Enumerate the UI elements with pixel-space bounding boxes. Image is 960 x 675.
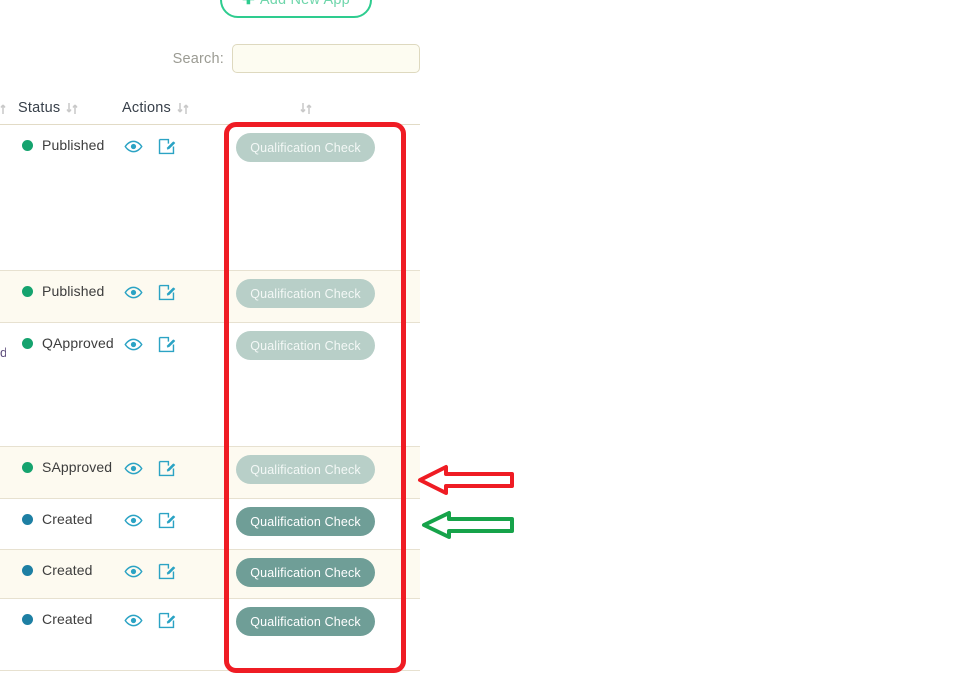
- clipped-column-fragment: d: [0, 345, 6, 360]
- status-cell: SApproved: [22, 459, 112, 475]
- status-dot-icon: [22, 337, 33, 349]
- eye-icon[interactable]: [124, 283, 143, 302]
- actions-cell: [124, 459, 176, 478]
- status-cell: Created: [22, 562, 93, 578]
- sort-both-icon: [177, 101, 189, 116]
- actions-cell: [124, 137, 176, 156]
- add-new-app-label: Add New App: [259, 0, 350, 8]
- column-header-actions[interactable]: Actions: [122, 92, 189, 124]
- table-row: Published Qualification Check: [0, 271, 420, 323]
- green-arrow: [420, 508, 516, 542]
- table-header-row: Status Actions: [0, 92, 420, 125]
- edit-icon[interactable]: [157, 459, 176, 478]
- table-row: d QApproved Qualification Check: [0, 323, 420, 447]
- actions-cell: [124, 611, 176, 630]
- status-label: SApproved: [42, 459, 113, 475]
- eye-icon[interactable]: [124, 137, 143, 156]
- eye-icon[interactable]: [124, 562, 143, 581]
- status-label: Published: [42, 137, 105, 153]
- qualification-check-button[interactable]: Qualification Check: [236, 507, 375, 536]
- column-header-actions-label: Actions: [122, 100, 171, 116]
- status-dot-icon: [22, 513, 33, 525]
- status-cell: Created: [22, 511, 93, 527]
- actions-cell: [124, 511, 176, 530]
- actions-cell: [124, 335, 176, 354]
- qualification-cell: Qualification Check: [236, 455, 375, 484]
- app-viewport: ✚ Add New App Search: Status: [0, 0, 960, 675]
- eye-icon[interactable]: [124, 611, 143, 630]
- qualification-check-button: Qualification Check: [236, 133, 375, 162]
- eye-icon[interactable]: [124, 459, 143, 478]
- table-row: Created Qualification Check: [0, 499, 420, 550]
- status-dot-icon: [22, 285, 33, 297]
- status-label: Published: [42, 283, 105, 299]
- status-dot-icon: [22, 461, 33, 473]
- status-label: Created: [42, 562, 93, 578]
- qualification-cell: Qualification Check: [236, 133, 375, 162]
- status-cell: Created: [22, 611, 93, 627]
- add-new-app-button[interactable]: ✚ Add New App: [220, 0, 372, 18]
- qualification-cell: Qualification Check: [236, 331, 375, 360]
- edit-icon[interactable]: [157, 562, 176, 581]
- status-cell: Published: [22, 137, 104, 153]
- search-label: Search:: [172, 50, 224, 67]
- column-header-status[interactable]: Status: [18, 92, 78, 124]
- sort-both-icon: [66, 101, 78, 116]
- sort-both-icon: [300, 101, 312, 116]
- table-row: Published Qualification Check: [0, 125, 420, 271]
- table-row: Created Qualification Check: [0, 599, 420, 671]
- edit-icon[interactable]: [157, 511, 176, 530]
- qualification-check-button[interactable]: Qualification Check: [236, 607, 375, 636]
- search-input[interactable]: [232, 44, 420, 73]
- actions-cell: [124, 562, 176, 581]
- applications-table: Status Actions Published Qualification C…: [0, 92, 420, 671]
- qualification-check-button[interactable]: Qualification Check: [236, 558, 375, 587]
- sort-both-icon: [0, 101, 6, 116]
- edit-icon[interactable]: [157, 611, 176, 630]
- qualification-cell: Qualification Check: [236, 607, 375, 636]
- status-dot-icon: [22, 564, 33, 576]
- column-header-status-label: Status: [18, 100, 61, 116]
- eye-icon[interactable]: [124, 511, 143, 530]
- red-arrow: [416, 462, 516, 498]
- status-dot-icon: [22, 139, 33, 151]
- edit-icon[interactable]: [157, 335, 176, 354]
- status-label: Created: [42, 611, 93, 627]
- status-cell: Published: [22, 283, 104, 299]
- qualification-cell: Qualification Check: [236, 507, 375, 536]
- status-label: QApproved: [42, 335, 114, 351]
- plus-icon: ✚: [242, 0, 255, 7]
- edit-icon[interactable]: [157, 283, 176, 302]
- table-row: SApproved Qualification Check: [0, 447, 420, 499]
- qualification-check-button: Qualification Check: [236, 455, 375, 484]
- qualification-check-button: Qualification Check: [236, 331, 375, 360]
- eye-icon[interactable]: [124, 335, 143, 354]
- status-label: Created: [42, 511, 93, 527]
- edit-icon[interactable]: [157, 137, 176, 156]
- qualification-cell: Qualification Check: [236, 558, 375, 587]
- table-row: Created Qualification Check: [0, 550, 420, 599]
- qualification-cell: Qualification Check: [236, 279, 375, 308]
- search-area: Search:: [0, 44, 420, 73]
- table-body: Published Qualification Check Published Qua…: [0, 125, 420, 671]
- qualification-check-button: Qualification Check: [236, 279, 375, 308]
- status-cell: QApproved: [22, 335, 114, 351]
- status-dot-icon: [22, 613, 33, 625]
- column-header-left[interactable]: [0, 92, 6, 124]
- column-header-qualification[interactable]: [300, 92, 312, 124]
- actions-cell: [124, 283, 176, 302]
